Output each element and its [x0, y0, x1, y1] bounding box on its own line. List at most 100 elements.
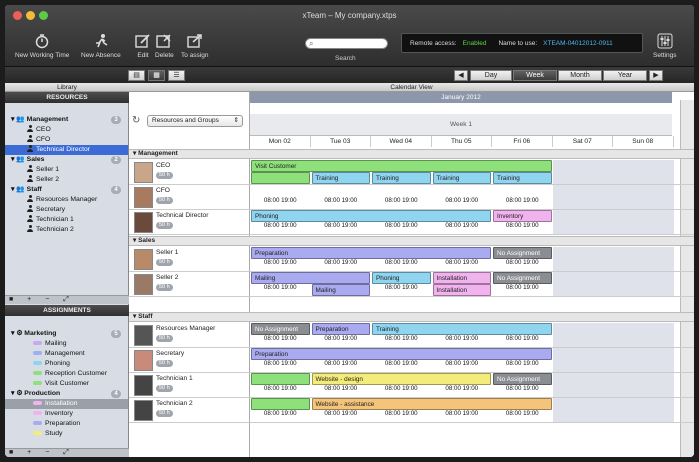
event-bar[interactable]: No Assignment	[493, 373, 552, 385]
to-assign-button[interactable]: To assign	[181, 33, 208, 59]
working-time-cell[interactable]: 08:00 19:00	[371, 335, 432, 343]
resource-row-label[interactable]: CEO 50 h	[129, 160, 250, 185]
working-time-cell[interactable]: 08:00 19:00	[492, 284, 553, 292]
search-input[interactable]: ⌕	[305, 38, 388, 49]
resource-row-label[interactable]: Technical Director 50 h	[129, 210, 250, 235]
working-time-cell[interactable]: 08:00 19:00	[311, 259, 372, 267]
assignment-preparation[interactable]: Preparation	[33, 419, 80, 429]
tab-year[interactable]: Year	[603, 70, 647, 81]
working-time-cell[interactable]: 08:00 19:00	[311, 410, 372, 418]
working-time-cell[interactable]: 08:00 19:00	[432, 410, 493, 418]
working-time-cell[interactable]: 08:00 19:00	[311, 197, 372, 205]
resource-row-label[interactable]: Seller 1 50 h	[129, 247, 250, 272]
resource-secretary[interactable]: Secretary	[27, 205, 65, 215]
assignment-installation[interactable]: Installation	[5, 399, 128, 409]
group-marketing[interactable]: ▾ ⚙ Marketing 5	[11, 329, 127, 339]
working-time-cell[interactable]: 08:00 19:00	[432, 259, 493, 267]
working-time-cell[interactable]: 08:00 19:00	[492, 335, 553, 343]
grid-view-button[interactable]: ▦	[148, 70, 165, 81]
working-time-cell[interactable]: 08:00 19:00	[250, 222, 311, 230]
working-time-cell[interactable]: 08:00 19:00	[250, 360, 311, 368]
resource-seller-2[interactable]: Seller 2	[27, 175, 59, 185]
resource-cfo[interactable]: CFO	[27, 135, 50, 145]
assignment-visit-customer[interactable]: Visit Customer	[33, 379, 89, 389]
next-button[interactable]: ▶	[649, 70, 663, 81]
working-time-cell[interactable]: 08:00 19:00	[371, 197, 432, 205]
working-time-cell[interactable]: 08:00 19:00	[250, 197, 311, 205]
resource-technician-1[interactable]: Technician 1	[27, 215, 74, 225]
working-time-cell[interactable]: 08:00 19:00	[311, 360, 372, 368]
group-production[interactable]: ▾ ⚙ Production 4	[11, 389, 127, 399]
event-bar[interactable]: Inventory	[493, 210, 552, 222]
working-time-cell[interactable]: 08:00 19:00	[250, 284, 311, 292]
resource-row-label[interactable]: Technician 2 50 h	[129, 398, 250, 423]
resource-row-label[interactable]: Resources Manager 50 h	[129, 323, 250, 348]
settings-button[interactable]: Settings	[653, 33, 677, 59]
new-absence-button[interactable]: New Absence	[81, 33, 121, 59]
tab-week[interactable]: Week	[513, 70, 557, 81]
event-bar[interactable]	[251, 398, 310, 410]
group-row[interactable]: ▾ Sales	[129, 236, 694, 246]
working-time-cell[interactable]: 08:00 19:00	[371, 259, 432, 267]
table-view-button[interactable]: ☰	[168, 70, 185, 81]
working-time-cell[interactable]: 08:00 19:00	[492, 410, 553, 418]
working-time-cell[interactable]: 08:00 19:00	[432, 222, 493, 230]
working-time-cell[interactable]: 08:00 19:00	[432, 197, 493, 205]
resource-ceo[interactable]: CEO	[27, 125, 51, 135]
resources-groups-select[interactable]: Resources and Groups ⇕	[147, 115, 243, 127]
event-bar[interactable]: No Assignment	[493, 272, 552, 284]
new-working-time-button[interactable]: New Working Time	[15, 33, 69, 59]
event-bar[interactable]: No Assignment	[251, 323, 310, 335]
event-bar[interactable]: Training	[493, 172, 552, 184]
working-time-cell[interactable]: 08:00 19:00	[371, 284, 432, 292]
tab-day[interactable]: Day	[470, 70, 512, 81]
resource-row-label[interactable]: Secretary 50 h	[129, 348, 250, 373]
resource-row-label[interactable]: Seller 2 50 h	[129, 272, 250, 297]
event-bar[interactable]: Training	[372, 323, 552, 335]
event-bar[interactable]: Preparation	[251, 247, 491, 259]
delete-button[interactable]: Delete	[155, 33, 174, 59]
assignment-management[interactable]: Management	[33, 349, 85, 359]
working-time-cell[interactable]: 08:00 19:00	[492, 360, 553, 368]
resources-footer[interactable]: ■ + − ⤢	[5, 295, 129, 304]
group-row[interactable]: ▾ Staff	[129, 312, 694, 322]
resource-technical-director[interactable]: Technical Director	[5, 145, 128, 155]
working-time-cell[interactable]: 08:00 19:00	[492, 385, 553, 393]
event-bar[interactable]: Training	[311, 172, 370, 184]
working-time-cell[interactable]: 08:00 19:00	[432, 385, 493, 393]
resource-row-label[interactable]: Technician 1 50 h	[129, 373, 250, 398]
event-bar[interactable]: Training	[372, 172, 431, 184]
working-time-cell[interactable]: 08:00 19:00	[492, 222, 553, 230]
working-time-cell[interactable]: 08:00 19:00	[311, 222, 372, 230]
working-time-cell[interactable]: 08:00 19:00	[250, 385, 311, 393]
group-sales[interactable]: ▾ 👥 Sales 2	[11, 155, 127, 165]
event-bar[interactable]: Preparation	[311, 323, 370, 335]
working-time-cell[interactable]: 08:00 19:00	[371, 222, 432, 230]
event-bar[interactable]: Mailing	[311, 284, 370, 296]
resource-seller-1[interactable]: Seller 1	[27, 165, 59, 175]
assignment-reception-customer[interactable]: Reception Customer	[33, 369, 107, 379]
working-time-cell[interactable]: 08:00 19:00	[492, 197, 553, 205]
prev-button[interactable]: ◀	[454, 70, 468, 81]
event-bar[interactable]: Installation	[432, 272, 491, 284]
group-staff[interactable]: ▾ 👥 Staff 4	[11, 185, 127, 195]
working-time-cell[interactable]: 08:00 19:00	[371, 385, 432, 393]
edit-button[interactable]: Edit	[134, 33, 152, 59]
assignments-footer[interactable]: ■ + − ⤢	[5, 448, 129, 457]
assignment-study[interactable]: Study	[33, 429, 62, 439]
working-time-cell[interactable]: 08:00 19:00	[250, 259, 311, 267]
working-time-cell[interactable]: 08:00 19:00	[311, 335, 372, 343]
assignment-inventory[interactable]: Inventory	[33, 409, 73, 419]
group-management[interactable]: ▾ 👥 Management 3	[11, 115, 127, 125]
event-bar[interactable]: Phoning	[251, 210, 491, 222]
event-bar[interactable]	[251, 373, 310, 385]
working-time-cell[interactable]: 08:00 19:00	[371, 360, 432, 368]
event-bar[interactable]	[251, 172, 310, 184]
working-time-cell[interactable]: 08:00 19:00	[432, 360, 493, 368]
event-bar[interactable]: Training	[432, 172, 491, 184]
event-bar[interactable]: Mailing	[251, 272, 370, 284]
resource-technician-2[interactable]: Technician 2	[27, 225, 74, 235]
group-row[interactable]: ▾ Management	[129, 149, 694, 159]
list-view-button[interactable]: ▤	[128, 70, 145, 81]
event-bar[interactable]: Phoning	[372, 272, 431, 284]
